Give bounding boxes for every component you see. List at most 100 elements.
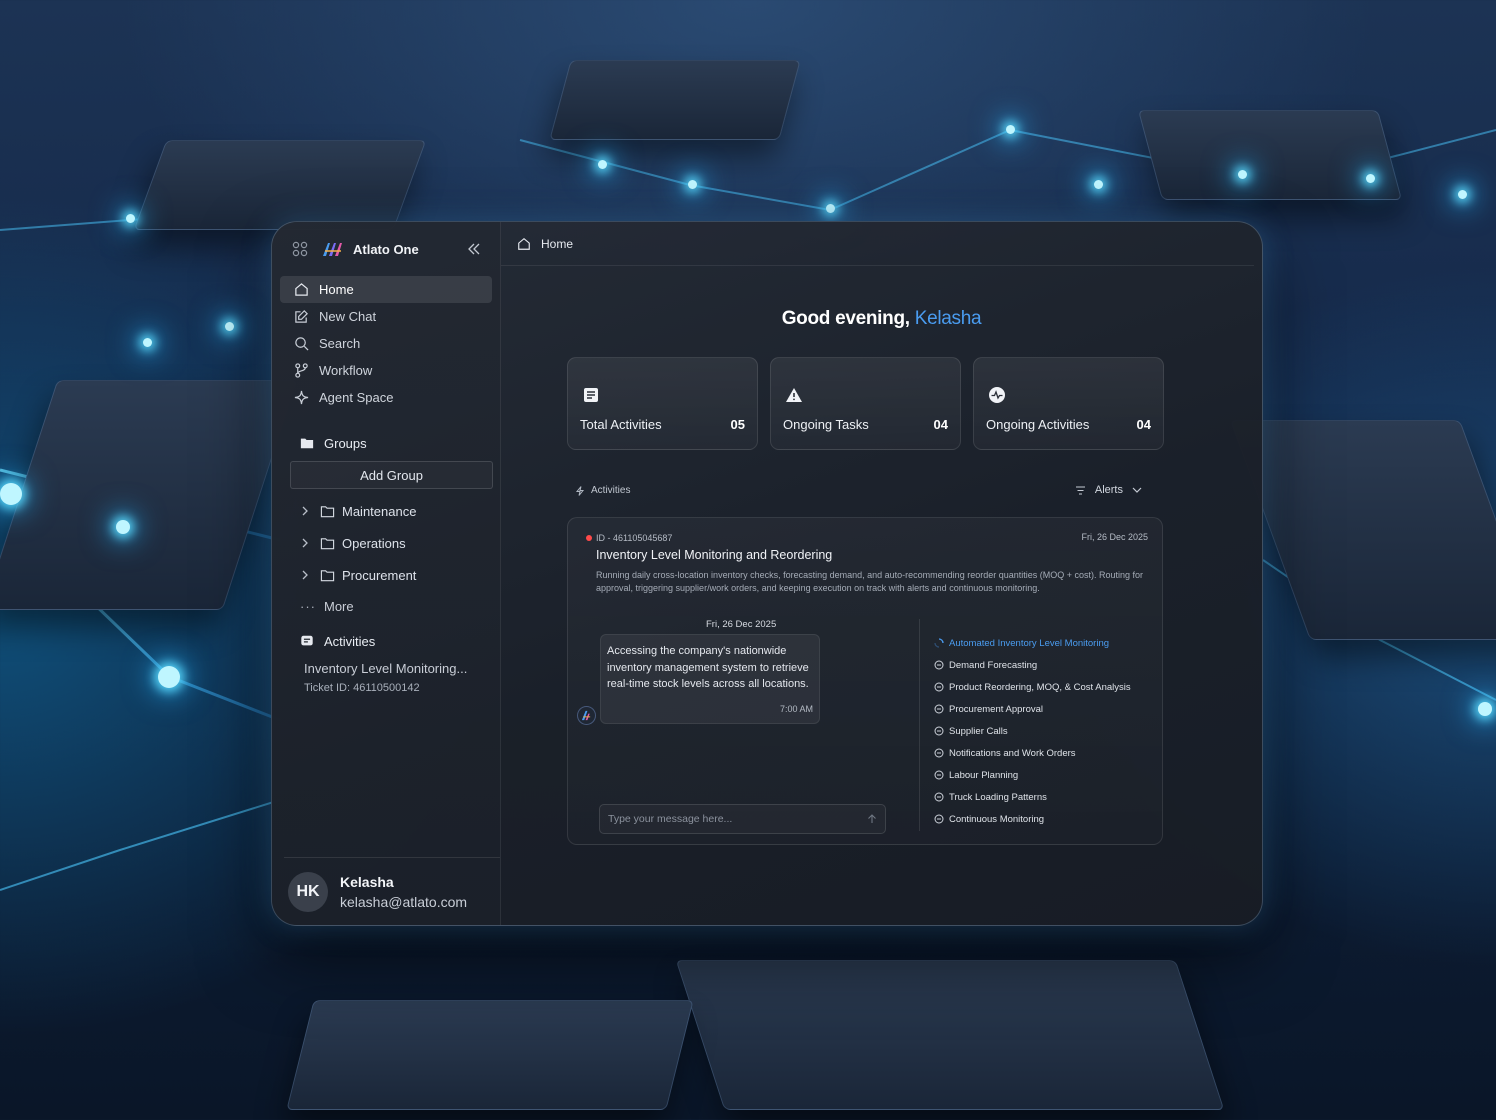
pending-clock-icon [934, 792, 944, 802]
nav-item-new-chat[interactable]: New Chat [280, 303, 492, 330]
activity-card-description: Running daily cross-location inventory c… [596, 570, 1144, 593]
chevron-right-icon[interactable] [300, 570, 310, 580]
folder-icon [320, 505, 335, 517]
chat-message-text: Accessing the company's nationwide inven… [607, 645, 809, 690]
pending-clock-icon [934, 726, 944, 736]
nav-item-label: Workflow [319, 363, 373, 378]
search-icon [295, 337, 309, 351]
activities-heading: Activities [272, 627, 500, 655]
workflow-step[interactable]: Truck Loading Patterns [934, 786, 1131, 808]
main-content: Home Good evening, Kelasha Total Activit… [501, 222, 1262, 925]
workflow-step-label: Labour Planning [949, 769, 1019, 781]
groups-heading: Groups [272, 429, 500, 457]
sidebar-activity-item[interactable]: Inventory Level Monitoring... Ticket ID:… [272, 655, 500, 694]
activity-title: Inventory Level Monitoring... [304, 661, 468, 676]
workflow-step-label: Supplier Calls [949, 725, 1008, 737]
home-icon [518, 237, 530, 250]
primary-nav: Home New Chat Search Workflow Agent Spac… [272, 276, 500, 411]
user-profile[interactable]: HK Kelasha kelasha@atlato.com [284, 857, 500, 925]
workflow-step[interactable]: Demand Forecasting [934, 654, 1131, 676]
group-item-maintenance[interactable]: Maintenance [272, 495, 500, 527]
group-item-procurement[interactable]: Procurement [272, 559, 500, 591]
stat-value: 04 [1136, 417, 1151, 432]
activity-card: ID - 461105045687 Fri, 26 Dec 2025 Inven… [567, 517, 1163, 845]
workflow-step-label: Truck Loading Patterns [949, 791, 1047, 803]
lightning-icon [575, 485, 585, 496]
workflow-step[interactable]: Supplier Calls [934, 720, 1131, 742]
nav-item-label: Home [319, 282, 354, 297]
activity-date: Fri, 26 Dec 2025 [1081, 532, 1148, 542]
sidebar: Atlato One Home New Chat Search Workflow [272, 222, 501, 925]
agent-logo-icon [581, 710, 591, 721]
nav-item-label: New Chat [319, 309, 377, 324]
activity-ticket-id: Ticket ID: 46110500142 [304, 682, 420, 694]
more-groups-button[interactable]: ··· More [272, 591, 500, 621]
greeting-name: Kelasha [914, 308, 982, 329]
chat-message-time: 7:00 AM [779, 703, 813, 714]
activity-id: ID - 461105045687 [596, 533, 673, 543]
chevron-down-icon [1132, 487, 1142, 493]
nav-item-label: Search [319, 336, 361, 351]
nav-item-label: Agent Space [319, 390, 394, 405]
pending-clock-icon [934, 660, 944, 670]
workflow-step-label: Demand Forecasting [949, 659, 1038, 671]
user-email: kelasha@atlato.com [340, 893, 468, 910]
app-window: Atlato One Home New Chat Search Workflow [271, 221, 1263, 926]
chat-bubble-icon [301, 635, 313, 646]
list-icon [584, 388, 598, 402]
chevron-right-icon[interactable] [300, 506, 310, 516]
nav-item-workflow[interactable]: Workflow [280, 357, 492, 384]
stat-card-total-activities[interactable]: Total Activities 05 [567, 357, 758, 450]
pending-clock-icon [934, 770, 944, 780]
workflow-step[interactable]: Product Reordering, MOQ, & Cost Analysis [934, 676, 1131, 698]
sparkle-icon [294, 390, 309, 405]
activities-label: Activities [324, 633, 376, 649]
nav-item-search[interactable]: Search [280, 330, 492, 357]
activity-card-title[interactable]: Inventory Level Monitoring and Reorderin… [596, 548, 832, 562]
collapse-sidebar-icon[interactable] [466, 241, 482, 257]
add-group-button[interactable]: Add Group [290, 461, 493, 489]
pending-clock-icon [934, 748, 944, 758]
message-input[interactable] [608, 813, 867, 825]
workflow-step[interactable]: Procurement Approval [934, 698, 1131, 720]
pending-clock-icon [934, 814, 944, 824]
workflow-step[interactable]: Labour Planning [934, 764, 1131, 786]
workflow-icon [295, 363, 308, 378]
stats-row: Total Activities 05 Ongoing Tasks 04 Ong… [567, 357, 1164, 450]
activities-section-label: Activities [591, 485, 631, 496]
folder-icon [320, 537, 335, 549]
agent-avatar [577, 706, 596, 725]
workflow-step[interactable]: Notifications and Work Orders [934, 742, 1131, 764]
group-label: Operations [342, 535, 406, 551]
greeting-prefix: Good evening, [781, 308, 910, 329]
stat-label: Total Activities [580, 417, 662, 432]
stat-value: 05 [730, 417, 745, 432]
workflow-step[interactable]: Continuous Monitoring [934, 808, 1131, 830]
stat-card-ongoing-tasks[interactable]: Ongoing Tasks 04 [770, 357, 961, 450]
alerts-filter-label: Alerts [1094, 484, 1123, 496]
stat-card-ongoing-activities[interactable]: Ongoing Activities 04 [973, 357, 1164, 450]
group-label: Maintenance [342, 503, 417, 519]
workflow-step-current[interactable]: Automated Inventory Level Monitoring [934, 632, 1131, 654]
atlato-logo-icon [323, 243, 342, 256]
nav-item-home[interactable]: Home [280, 276, 492, 303]
send-arrow-icon[interactable] [867, 814, 877, 824]
apps-grid-icon[interactable] [292, 241, 308, 257]
workflow-step-label: Continuous Monitoring [949, 813, 1045, 825]
activity-id-row: ID - 461105045687 [586, 533, 672, 543]
groups-label: Groups [324, 435, 367, 451]
more-label: More [324, 598, 354, 614]
folder-filled-icon [300, 438, 314, 449]
workflow-step-label: Product Reordering, MOQ, & Cost Analysis [949, 681, 1131, 693]
group-item-operations[interactable]: Operations [272, 527, 500, 559]
filter-icon [1075, 485, 1085, 495]
nav-item-agent-space[interactable]: Agent Space [280, 384, 492, 411]
user-name: Kelasha [340, 873, 394, 890]
alerts-filter-dropdown[interactable]: Alerts [1075, 484, 1142, 496]
chat-date: Fri, 26 Dec 2025 [706, 619, 777, 630]
stat-value: 04 [933, 417, 948, 432]
breadcrumb-home[interactable]: Home [541, 237, 573, 251]
greeting: Good evening, Kelasha [501, 308, 1262, 330]
chevron-right-icon[interactable] [300, 538, 310, 548]
brand-header: Atlato One [272, 222, 500, 276]
